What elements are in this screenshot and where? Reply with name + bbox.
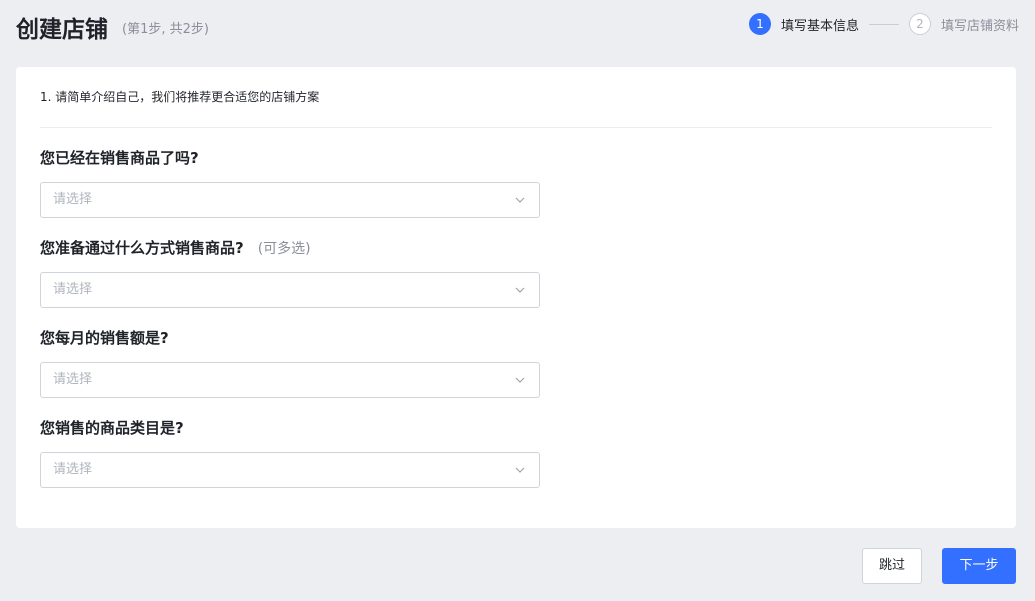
question-1-text: 您已经在销售商品了吗?: [40, 149, 199, 167]
form-intro: 1. 请简单介绍自己，我们将推荐更合适您的店铺方案: [40, 90, 320, 104]
step-2-circle: 2: [908, 13, 931, 35]
question-3-text: 您每月的销售额是?: [40, 329, 169, 347]
page-title: 创建店铺: [16, 17, 108, 43]
chevron-down-icon: [515, 197, 525, 203]
step-1-label: 填写基本信息: [780, 18, 859, 34]
select-placeholder: 请选择: [53, 372, 93, 387]
question-2-label: 您准备通过什么方式销售商品? (可多选): [40, 237, 311, 260]
select-placeholder: 请选择: [53, 192, 93, 207]
step-2-label: 填写店铺资料: [940, 18, 1019, 34]
question-1-select[interactable]: 请选择: [40, 182, 540, 218]
question-2-text: 您准备通过什么方式销售商品?: [40, 239, 244, 257]
form-card: 1. 请简单介绍自己，我们将推荐更合适您的店铺方案 您已经在销售商品了吗? 请选…: [16, 67, 1016, 528]
chevron-down-icon: [515, 287, 525, 293]
question-4-select[interactable]: 请选择: [40, 452, 540, 488]
question-2-note: (可多选): [257, 241, 311, 257]
next-step-button[interactable]: 下一步: [942, 548, 1016, 584]
divider: [40, 127, 992, 128]
select-placeholder: 请选择: [53, 282, 93, 297]
select-placeholder: 请选择: [53, 462, 93, 477]
chevron-down-icon: [515, 467, 525, 473]
question-3-label: 您每月的销售额是?: [40, 327, 169, 349]
question-4-text: 您销售的商品类目是?: [40, 419, 184, 437]
question-2-select[interactable]: 请选择: [40, 272, 540, 308]
step-connector: [868, 23, 899, 25]
chevron-down-icon: [515, 377, 525, 383]
step-indicator: 1 填写基本信息 2 填写店铺资料: [748, 12, 1019, 36]
question-3-select[interactable]: 请选择: [40, 362, 540, 398]
question-4-label: 您销售的商品类目是?: [40, 417, 184, 439]
question-1-label: 您已经在销售商品了吗?: [40, 147, 199, 169]
step-1-circle: 1: [748, 13, 771, 35]
page-subtitle: (第1步, 共2步): [122, 22, 209, 37]
skip-button[interactable]: 跳过: [862, 548, 922, 584]
page-header: 创建店铺 (第1步, 共2步) 1 填写基本信息 2 填写店铺资料: [16, 12, 1019, 48]
